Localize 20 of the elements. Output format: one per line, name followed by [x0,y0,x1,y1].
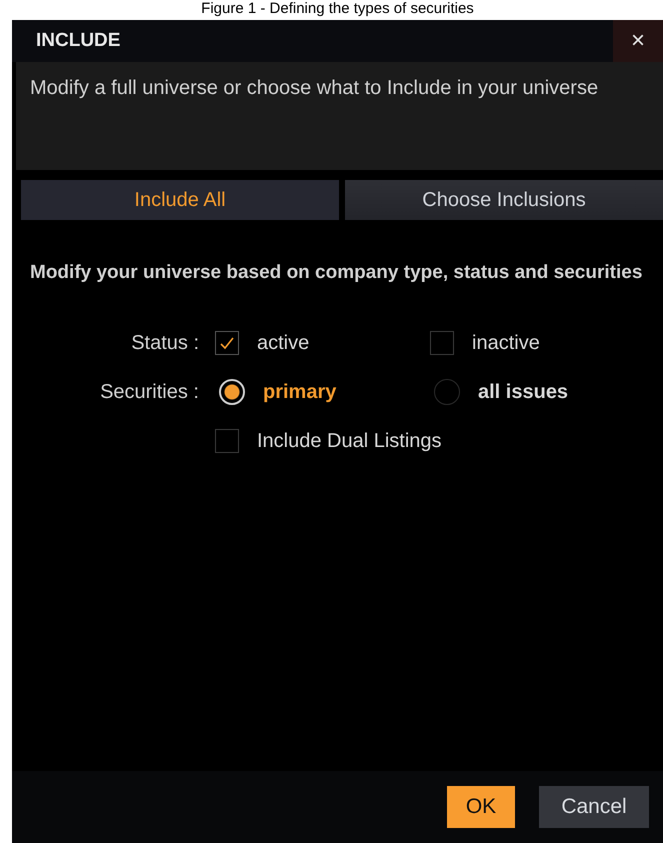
cancel-button[interactable]: Cancel [539,786,649,828]
window-title: INCLUDE [35,30,120,52]
option-label: inactive [472,332,540,354]
tab[interactable]: Choose Inclusions [345,180,663,220]
checkbox[interactable] [215,429,239,453]
tab[interactable]: Include All [21,180,339,220]
figure-caption: Figure 1 - Defining the types of securities [200,0,475,19]
radio-button[interactable] [434,379,460,405]
option-label: all issues [478,380,568,404]
checkbox[interactable] [430,331,454,355]
field-label: Securities : [99,380,200,404]
option-label: Include Dual Listings [257,430,442,452]
option-label: primary [263,380,336,404]
option-label: active [257,332,310,354]
section-heading: Modify your universe based on company type, status and securities [30,261,644,285]
field-label: Status : [130,332,200,354]
close-button[interactable]: × [613,20,663,62]
checkbox[interactable] [215,331,239,355]
description-text: Modify a full universe or choose what to Include in your universe [16,62,663,170]
ok-button[interactable]: OK [447,786,515,828]
